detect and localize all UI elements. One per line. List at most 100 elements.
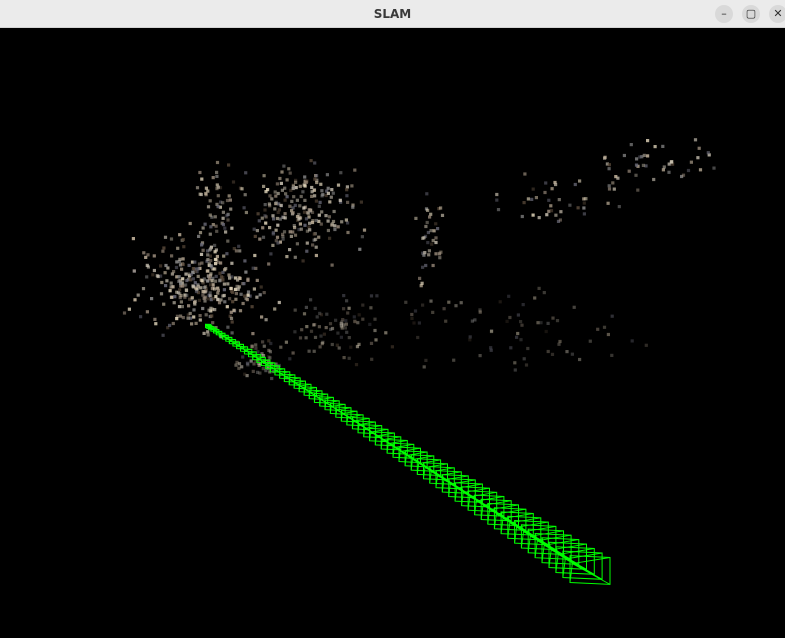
map-point xyxy=(335,343,339,347)
map-point xyxy=(293,233,298,237)
map-point xyxy=(209,294,213,298)
map-point xyxy=(607,167,611,171)
map-point xyxy=(302,210,307,214)
map-point xyxy=(165,279,169,283)
map-point xyxy=(355,344,359,348)
map-point xyxy=(164,284,168,288)
map-point xyxy=(584,197,588,201)
map-point xyxy=(360,235,364,239)
map-point xyxy=(184,288,189,292)
map-point xyxy=(333,224,337,228)
map-point xyxy=(434,222,438,226)
map-point xyxy=(269,341,273,346)
map-point xyxy=(312,232,316,236)
map-point xyxy=(258,237,262,241)
map-point xyxy=(440,213,445,217)
map-point xyxy=(519,338,523,342)
map-point xyxy=(661,144,665,148)
map-point xyxy=(215,254,219,259)
map-point xyxy=(646,139,650,143)
map-point xyxy=(315,315,319,319)
map-point xyxy=(169,281,173,285)
map-point xyxy=(622,153,626,158)
map-point xyxy=(264,221,268,225)
map-point xyxy=(627,169,631,173)
map-point xyxy=(229,286,233,290)
map-point xyxy=(261,226,265,230)
3d-map-viewport[interactable] xyxy=(0,28,785,638)
map-point xyxy=(238,249,242,253)
map-point xyxy=(291,211,295,215)
minimize-button[interactable]: – xyxy=(715,5,733,23)
map-point xyxy=(186,316,190,320)
map-point xyxy=(545,213,549,217)
map-point xyxy=(260,216,264,220)
title-bar[interactable]: SLAM – ▢ ✕ xyxy=(0,0,785,28)
map-point xyxy=(578,179,582,183)
map-point xyxy=(689,160,693,164)
map-point xyxy=(334,318,338,322)
map-point xyxy=(537,286,541,290)
map-point xyxy=(258,293,262,297)
map-point xyxy=(434,252,438,256)
map-point xyxy=(317,325,321,329)
map-point xyxy=(310,185,314,190)
map-point xyxy=(211,176,215,180)
map-point xyxy=(327,215,331,219)
map-point xyxy=(325,312,329,316)
map-point xyxy=(338,198,342,202)
close-button[interactable]: ✕ xyxy=(769,5,785,23)
map-point xyxy=(179,294,183,298)
map-point xyxy=(245,298,249,302)
map-point xyxy=(244,210,248,215)
map-point xyxy=(192,308,196,312)
map-point xyxy=(288,204,292,208)
map-point xyxy=(122,311,127,315)
map-point xyxy=(546,349,550,354)
map-point xyxy=(313,194,317,198)
window-title: SLAM xyxy=(373,7,412,21)
map-point xyxy=(468,338,472,342)
map-point xyxy=(317,235,321,239)
map-point xyxy=(353,168,357,172)
map-point xyxy=(277,300,281,305)
map-point xyxy=(203,285,208,289)
map-point xyxy=(141,287,146,291)
map-point xyxy=(180,305,184,309)
map-point xyxy=(204,186,208,190)
map-point xyxy=(303,223,307,227)
map-point xyxy=(489,329,494,334)
map-point xyxy=(213,215,217,219)
map-point xyxy=(206,269,210,273)
map-point xyxy=(208,248,212,252)
map-point xyxy=(311,243,315,247)
map-point xyxy=(295,198,299,202)
map-point xyxy=(214,295,218,299)
map-point xyxy=(317,204,321,208)
map-point xyxy=(292,195,296,199)
map-point xyxy=(310,190,314,194)
map-point xyxy=(198,318,202,322)
map-point xyxy=(303,198,307,202)
map-point xyxy=(200,177,204,181)
map-point xyxy=(314,245,318,249)
map-point xyxy=(634,173,638,177)
map-point xyxy=(218,279,222,283)
map-point xyxy=(263,203,267,207)
map-point xyxy=(297,217,301,221)
map-point xyxy=(203,222,207,226)
map-point xyxy=(496,208,501,212)
map-point xyxy=(293,308,297,312)
map-point xyxy=(206,297,210,301)
map-point xyxy=(304,336,308,340)
map-point xyxy=(244,171,248,175)
map-point xyxy=(216,297,220,301)
map-point xyxy=(275,182,279,186)
maximize-button[interactable]: ▢ xyxy=(742,5,760,23)
map-point xyxy=(170,272,174,276)
map-point xyxy=(298,336,303,340)
map-point xyxy=(223,226,227,230)
map-point xyxy=(307,349,311,353)
map-point xyxy=(236,287,240,291)
map-point xyxy=(298,204,302,208)
